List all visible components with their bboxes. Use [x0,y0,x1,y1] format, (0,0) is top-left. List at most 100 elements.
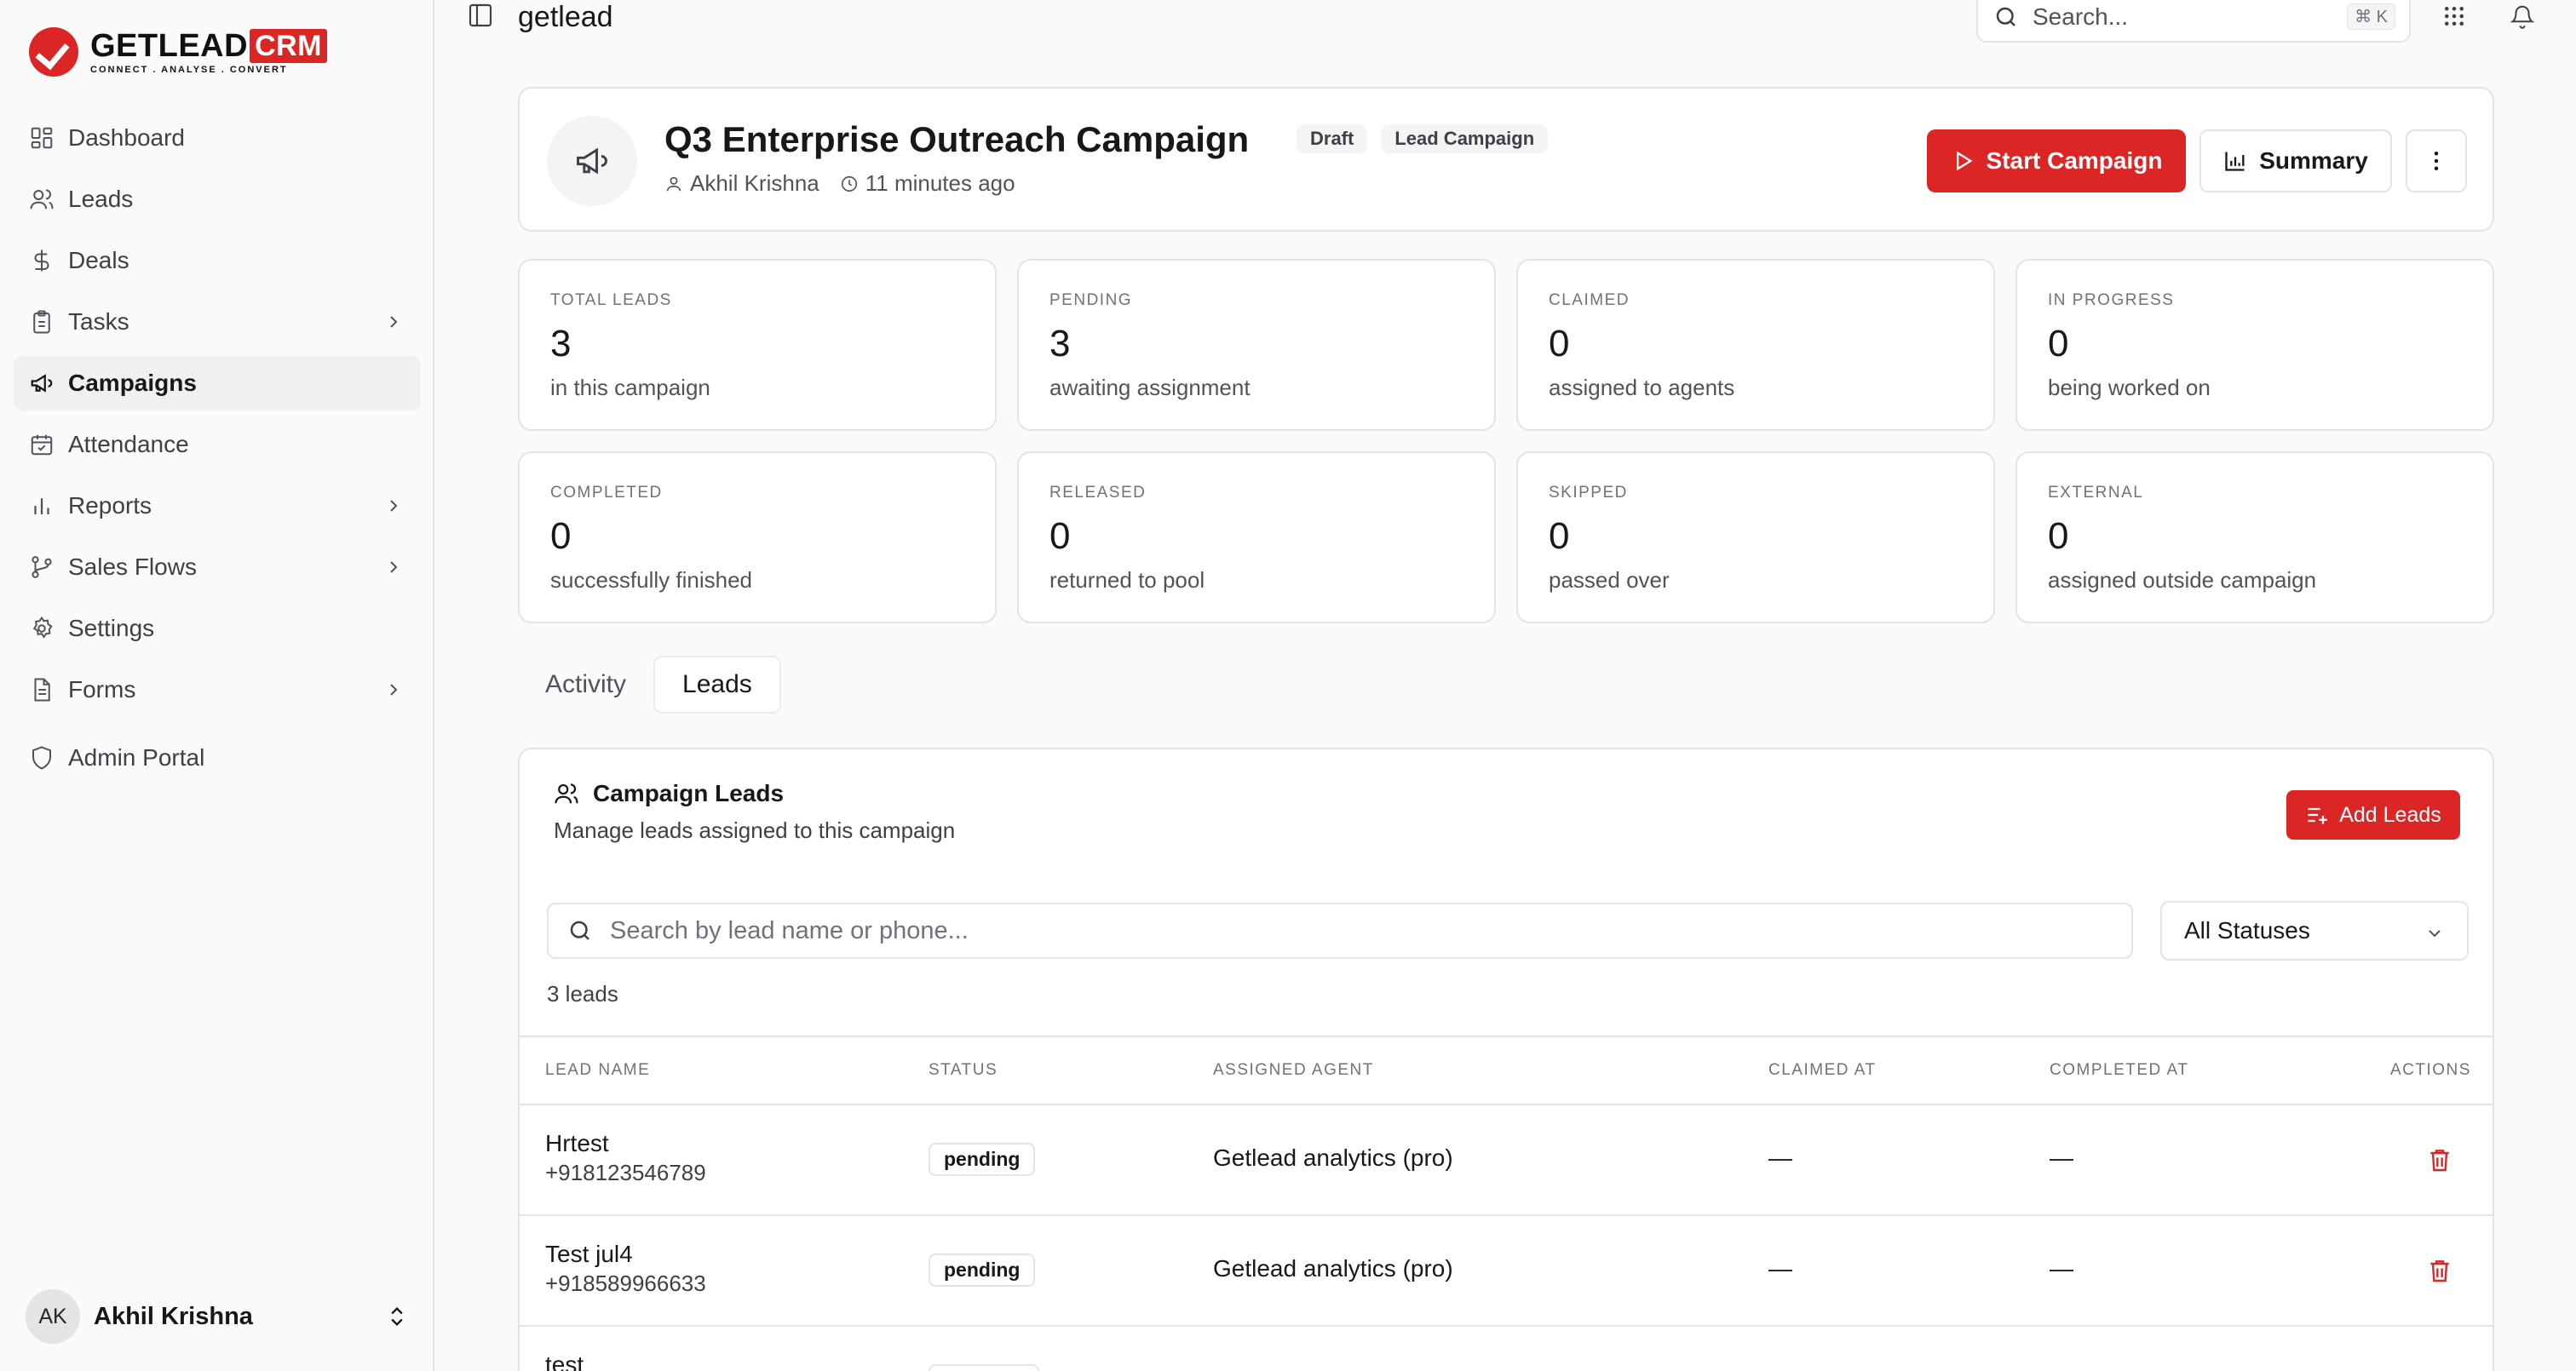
brand-logo[interactable]: GETLEAD CRM CONNECT . ANALYSE . CONVERT [29,27,327,77]
chevron-down-icon [2429,930,2441,938]
summary-button[interactable]: Summary [2199,129,2392,192]
campaign-owner: Akhil Krishna [690,170,819,196]
bell-icon[interactable] [2510,3,2535,29]
global-search[interactable]: Search... ⌘ K [1976,0,2411,43]
stat-released: RELEASED 0 returned to pool [1017,451,1496,623]
sidebar-item-forms[interactable]: Forms [14,663,421,717]
panel-description: Manage leads assigned to this campaign [554,817,956,843]
sidebar-item-label: Attendance [68,431,189,457]
tab-activity[interactable]: Activity [518,656,653,714]
sidebar-toggle-icon[interactable] [467,2,494,29]
campaign-leads-panel: Campaign Leads Manage leads assigned to … [518,748,2494,1371]
chevron-right-icon [390,561,398,573]
document-icon [29,677,55,703]
panel-title: Campaign Leads [593,780,785,806]
campaign-header: Q3 Enterprise Outreach Campaign Draft Le… [518,87,2494,232]
user-menu[interactable]: AK Akhil Krishna [26,1289,409,1344]
sidebar-item-label: Tasks [68,308,129,335]
stat-skipped: SKIPPED 0 passed over [1516,451,1995,623]
clipboard-icon [29,309,55,335]
add-leads-button[interactable]: Add Leads [2286,790,2460,840]
more-options-button[interactable] [2406,129,2467,192]
gear-icon [29,616,55,641]
git-branch-icon [29,554,55,580]
trash-icon[interactable] [2426,1257,2453,1284]
type-badge: Lead Campaign [1381,124,1549,153]
avatar: AK [26,1289,80,1344]
sidebar-item-tasks[interactable]: Tasks [14,295,421,349]
claimed-at: — [1768,1144,1792,1171]
stat-pending: PENDING 3 awaiting assignment [1017,259,1496,431]
campaign-updated: 11 minutes ago [865,170,1015,196]
sidebar-item-reports[interactable]: Reports [14,479,421,533]
stat-in-progress: IN PROGRESS 0 being worked on [2015,259,2494,431]
brand-suffix: CRM [250,29,327,63]
table-row[interactable]: test [520,1327,2493,1371]
table-row[interactable]: Hrtest +918123546789 pending Getlead ana… [520,1105,2493,1216]
sidebar-item-admin-portal[interactable]: Admin Portal [14,731,421,785]
lead-name: Hrtest [545,1130,609,1156]
play-icon [1956,151,1973,171]
sidebar-item-campaigns[interactable]: Campaigns [14,356,421,410]
list-plus-icon [2308,807,2327,824]
sidebar: GETLEAD CRM CONNECT . ANALYSE . CONVERT D… [0,0,434,1371]
table-header: LEAD NAME STATUS ASSIGNED AGENT CLAIMED … [520,1035,2493,1105]
column-header: CLAIMED AT [1768,1061,1877,1079]
status-badge [929,1364,1039,1371]
sidebar-item-attendance[interactable]: Attendance [14,417,421,472]
bar-chart-icon [29,493,55,519]
chevron-right-icon [390,684,398,696]
shield-icon [29,745,55,771]
column-header: COMPLETED AT [2050,1061,2189,1079]
sidebar-item-settings[interactable]: Settings [14,601,421,656]
bar-chart-icon [2225,152,2245,171]
sidebar-item-label: Leads [68,186,134,212]
apps-grid-icon[interactable] [2441,3,2467,29]
calendar-check-icon [29,432,55,457]
global-search-placeholder: Search... [2033,3,2129,30]
sidebar-item-leads[interactable]: Leads [14,172,421,227]
sidebar-item-dashboard[interactable]: Dashboard [14,111,421,165]
stat-total-leads: TOTAL LEADS 3 in this campaign [518,259,997,431]
table-row[interactable]: Test jul4 +918589966633 pending Getlead … [520,1216,2493,1327]
sidebar-item-sales-flows[interactable]: Sales Flows [14,540,421,594]
page-title: Q3 Enterprise Outreach Campaign [664,119,1250,159]
sidebar-item-deals[interactable]: Deals [14,233,421,288]
status-badge: pending [929,1253,1036,1287]
column-header: LEAD NAME [545,1061,651,1079]
start-campaign-button[interactable]: Start Campaign [1927,129,2186,192]
chevron-up-down-icon [391,1307,403,1326]
megaphone-icon [29,370,55,396]
status-filter-select[interactable]: All Statuses [2160,901,2469,961]
lead-search-field[interactable] [547,903,2133,959]
stat-claimed: CLAIMED 0 assigned to agents [1516,259,1995,431]
stat-external: EXTERNAL 0 assigned outside campaign [2015,451,2494,623]
lead-search-input[interactable] [610,916,2058,945]
user-name: Akhil Krishna [94,1302,253,1330]
logo-check-icon [29,27,78,77]
more-vertical-icon [2434,152,2439,170]
sidebar-item-label: Forms [68,676,136,703]
lead-name: test [545,1351,584,1371]
assigned-agent: Getlead analytics (pro) [1213,1255,1453,1282]
status-badge: pending [929,1143,1036,1176]
brand-tagline: CONNECT . ANALYSE . CONVERT [90,65,288,75]
assigned-agent: Getlead analytics (pro) [1213,1144,1453,1171]
workspace-title: getlead [518,1,613,33]
megaphone-icon [547,116,637,206]
chevron-right-icon [390,500,398,512]
dollar-icon [29,248,55,273]
chevron-right-icon [390,316,398,328]
tab-leads[interactable]: Leads [653,656,781,714]
status-badge: Draft [1297,124,1368,153]
completed-at: — [2050,1144,2073,1171]
search-shortcut: ⌘ K [2347,3,2395,30]
sidebar-item-label: Deals [68,247,129,273]
search-icon [570,921,589,940]
users-icon [29,186,55,212]
trash-icon[interactable] [2426,1146,2453,1173]
clock-icon [841,175,857,192]
sidebar-item-label: Settings [68,615,155,641]
lead-count: 3 leads [547,981,618,1007]
column-header: STATUS [929,1061,998,1079]
